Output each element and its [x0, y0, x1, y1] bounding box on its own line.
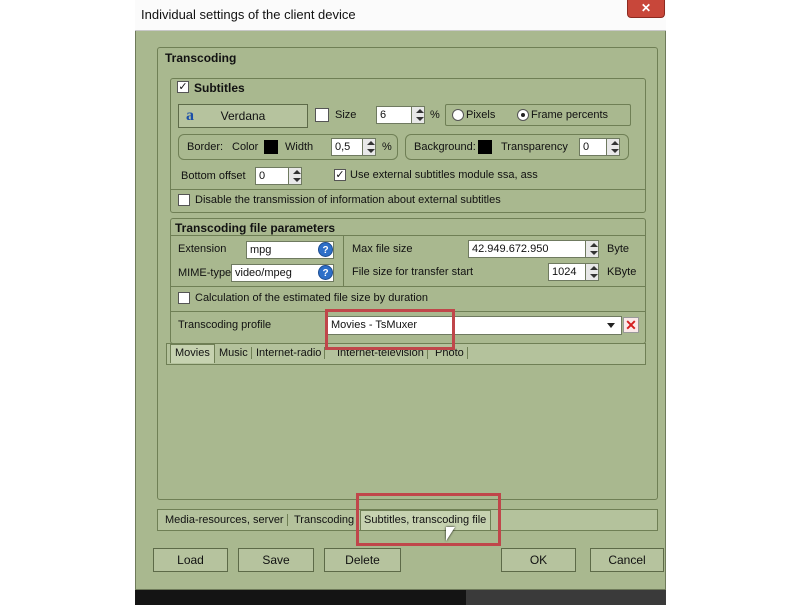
- delete-button[interactable]: Delete: [324, 548, 401, 572]
- size-checkbox[interactable]: [315, 108, 329, 122]
- window-title: Individual settings of the client device: [141, 7, 356, 22]
- max-size-input[interactable]: 42.949.672.950: [468, 240, 586, 258]
- transparency-label: Transparency: [501, 141, 568, 153]
- size-spinner[interactable]: [411, 106, 425, 124]
- divider: [171, 286, 645, 287]
- tab-highlight: [356, 493, 501, 546]
- pixels-label: Pixels: [466, 109, 496, 121]
- ok-button[interactable]: OK: [501, 548, 576, 572]
- mime-label: MIME-type: [178, 267, 232, 279]
- transparency-spinner[interactable]: [606, 138, 620, 156]
- subtitles-header: Subtitles: [194, 81, 245, 95]
- border-width-label: Width: [285, 141, 314, 153]
- size-unit: %: [430, 109, 440, 121]
- border-color-swatch[interactable]: [264, 140, 278, 154]
- font-button-label: Verdana: [220, 109, 266, 123]
- border-label: Border:: [187, 141, 224, 153]
- border-width-spinner[interactable]: [362, 138, 376, 156]
- media-tabs-content: [166, 364, 646, 500]
- estimate-checkbox[interactable]: [178, 292, 190, 304]
- frame-percents-radio[interactable]: [517, 109, 529, 121]
- profile-highlight: [325, 309, 455, 350]
- border-width-input[interactable]: 0,5: [331, 138, 363, 156]
- tab-media-resources[interactable]: Media-resources, server: [162, 514, 288, 526]
- mouse-cursor-icon: [446, 527, 455, 541]
- extension-help-icon[interactable]: ?: [318, 242, 333, 257]
- bottom-offset-spinner[interactable]: [288, 167, 302, 185]
- divider: [343, 236, 344, 286]
- save-button[interactable]: Save: [238, 548, 314, 572]
- profile-label: Transcoding profile: [178, 319, 272, 331]
- bottom-offset-input[interactable]: 0: [255, 167, 289, 185]
- media-tab-music[interactable]: Music: [216, 347, 252, 359]
- load-button[interactable]: Load: [153, 548, 228, 572]
- divider: [171, 189, 645, 190]
- pixels-radio[interactable]: [452, 109, 464, 121]
- disable-transmission-checkbox[interactable]: [178, 194, 190, 206]
- start-size-spinner[interactable]: [585, 263, 599, 281]
- background-label: Background:: [414, 141, 476, 153]
- file-params-header: Transcoding file parameters: [175, 221, 336, 235]
- frame-percents-label: Frame percents: [531, 109, 609, 121]
- tab-transcoding[interactable]: Transcoding: [291, 514, 359, 526]
- media-tab-internet-radio[interactable]: Internet-radio: [253, 347, 326, 359]
- external-module-label: Use external subtitles module ssa, ass: [350, 169, 538, 181]
- extension-label: Extension: [178, 243, 227, 255]
- external-module-checkbox[interactable]: ✓: [334, 169, 346, 181]
- border-width-unit: %: [382, 141, 392, 153]
- start-size-input[interactable]: 1024: [548, 263, 586, 281]
- start-size-unit: KByte: [607, 266, 637, 278]
- font-button[interactable]: a Verdana: [178, 104, 308, 128]
- subtitles-checkbox[interactable]: ✓: [177, 81, 189, 93]
- chevron-down-icon[interactable]: [607, 323, 615, 328]
- max-size-label: Max file size: [352, 243, 413, 255]
- check-icon: ✓: [178, 81, 188, 93]
- clear-profile-icon[interactable]: ✕: [623, 317, 639, 333]
- font-icon: a: [186, 107, 194, 124]
- bottom-offset-label: Bottom offset: [181, 170, 246, 182]
- estimate-label: Calculation of the estimated file size b…: [195, 292, 428, 304]
- check-icon: ✓: [335, 169, 345, 181]
- start-size-label: File size for transfer start: [352, 266, 474, 278]
- mime-help-icon[interactable]: ?: [318, 265, 333, 280]
- close-button[interactable]: ✕: [627, 0, 665, 18]
- transparency-input[interactable]: 0: [579, 138, 607, 156]
- close-icon: ✕: [640, 1, 652, 15]
- size-label: Size: [335, 109, 357, 121]
- max-size-spinner[interactable]: [585, 240, 599, 258]
- size-input[interactable]: 6: [376, 106, 412, 124]
- background-color-swatch[interactable]: [478, 140, 492, 154]
- cancel-button[interactable]: Cancel: [590, 548, 664, 572]
- disable-transmission-label: Disable the transmission of information …: [195, 194, 501, 206]
- background-strip-right: [466, 590, 666, 605]
- transcoding-header: Transcoding: [165, 51, 237, 65]
- border-color-label: Color: [232, 141, 259, 153]
- max-size-unit: Byte: [607, 243, 630, 255]
- background-strip-left: [135, 590, 466, 605]
- divider: [171, 235, 645, 236]
- media-tab-movies-label: Movies: [175, 347, 210, 359]
